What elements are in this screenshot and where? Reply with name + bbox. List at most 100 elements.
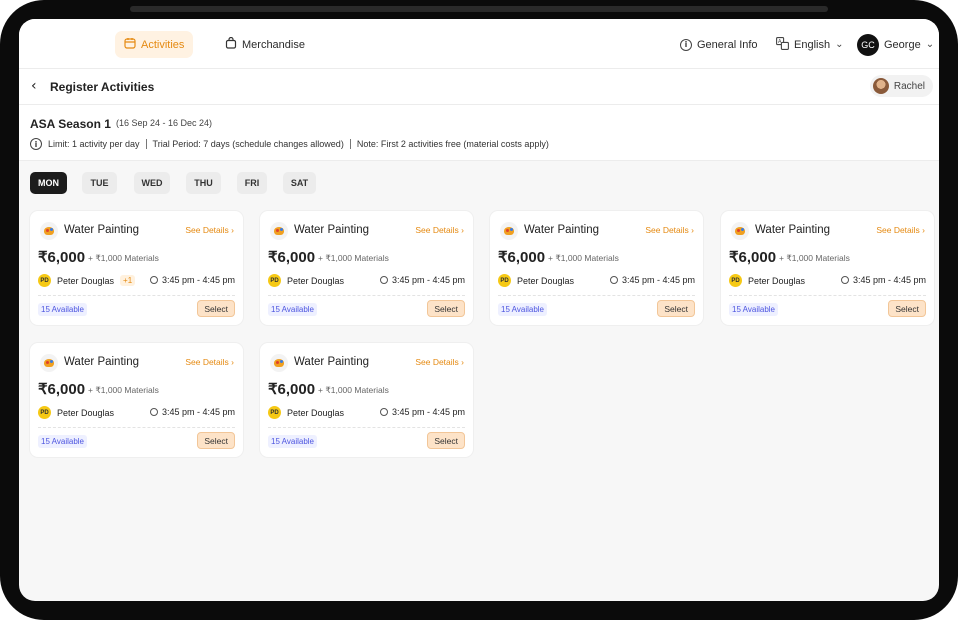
availability-badge: 15 Available <box>498 303 547 316</box>
divider <box>268 427 465 428</box>
activity-time: 3:45 pm - 4:45 pm <box>379 407 465 417</box>
see-details-link[interactable]: See Details › <box>185 357 234 367</box>
teacher-name: Peter Douglas <box>57 407 115 418</box>
teacher-avatar: PD <box>268 274 281 287</box>
see-details-link[interactable]: See Details › <box>415 357 464 367</box>
teacher-avatar: PD <box>38 274 51 287</box>
teacher-info: PD Peter Douglas <box>498 274 574 287</box>
tab-activities-label: Activities <box>141 38 185 51</box>
divider <box>38 427 235 428</box>
day-tab-mon[interactable]: MON <box>30 172 67 194</box>
time-label: 3:45 pm - 4:45 pm <box>391 275 465 285</box>
language-label: English <box>794 38 831 51</box>
teacher-avatar: PD <box>498 274 511 287</box>
availability-badge: 15 Available <box>268 435 317 448</box>
child-selector[interactable]: Rachel <box>869 75 933 97</box>
clock-icon <box>379 408 388 416</box>
calendar-icon <box>124 37 136 52</box>
day-tab-sat[interactable]: SAT <box>283 172 316 194</box>
language-selector[interactable]: A English ⌄ <box>776 31 843 58</box>
activity-title: Water Painting <box>755 224 830 236</box>
materials-cost: + ₹1,000 Materials <box>548 253 619 263</box>
info-icon: i <box>680 38 692 51</box>
divider <box>349 139 351 149</box>
palette-icon <box>270 222 288 240</box>
activity-time: 3:45 pm - 4:45 pm <box>609 275 695 285</box>
svg-text:A: A <box>778 39 782 45</box>
activity-time: 3:45 pm - 4:45 pm <box>149 407 235 417</box>
see-details-link[interactable]: See Details › <box>185 225 234 235</box>
time-label: 3:45 pm - 4:45 pm <box>852 275 926 285</box>
divider <box>145 139 147 149</box>
activity-title: Water Painting <box>294 356 369 368</box>
teacher-name: Peter Douglas <box>287 275 345 286</box>
season-dates: (16 Sep 24 - 16 Dec 24) <box>116 118 213 128</box>
activity-card[interactable]: Water Painting See Details › ₹6,000 + ₹1… <box>490 211 703 325</box>
activity-title: Water Painting <box>294 224 369 236</box>
season-info: ASA Season 1 (16 Sep 24 - 16 Dec 24) i L… <box>19 105 939 161</box>
teacher-name: Peter Douglas <box>287 407 345 418</box>
select-button[interactable]: Select <box>197 300 235 317</box>
select-button[interactable]: Select <box>427 432 465 449</box>
activity-card[interactable]: Water Painting See Details › ₹6,000 + ₹1… <box>260 343 473 457</box>
teacher-name: Peter Douglas <box>57 275 115 286</box>
activity-card[interactable]: Water Painting See Details › ₹6,000 + ₹1… <box>721 211 934 325</box>
clock-icon <box>609 276 618 284</box>
availability-badge: 15 Available <box>38 303 87 316</box>
page-header: ‹ Register Activities Rachel <box>19 69 939 105</box>
activity-price: ₹6,000 <box>498 249 546 266</box>
teacher-avatar: PD <box>729 274 742 287</box>
user-menu[interactable]: GC George ⌄ <box>857 31 934 58</box>
tab-merchandise-label: Merchandise <box>242 38 305 51</box>
materials-cost: + ₹1,000 Materials <box>779 253 850 263</box>
season-rules: i Limit: 1 activity per day Trial Period… <box>30 138 549 150</box>
see-details-link[interactable]: See Details › <box>415 225 464 235</box>
season-title: ASA Season 1 <box>30 117 111 131</box>
select-button[interactable]: Select <box>197 432 235 449</box>
general-info-link[interactable]: i General Info <box>680 31 758 58</box>
activity-card[interactable]: Water Painting See Details › ₹6,000 + ₹1… <box>260 211 473 325</box>
back-arrow-icon[interactable]: ‹ <box>31 78 37 94</box>
day-tab-thu[interactable]: THU <box>186 172 221 194</box>
select-button[interactable]: Select <box>888 300 926 317</box>
select-button[interactable]: Select <box>427 300 465 317</box>
activity-card[interactable]: Water Painting See Details › ₹6,000 + ₹1… <box>30 343 243 457</box>
teacher-info: PD Peter Douglas <box>38 406 114 419</box>
palette-icon <box>40 222 58 240</box>
page-title: Register Activities <box>50 80 155 94</box>
materials-cost: + ₹1,000 Materials <box>318 253 389 263</box>
activity-time: 3:45 pm - 4:45 pm <box>379 275 465 285</box>
availability-badge: 15 Available <box>729 303 778 316</box>
tablet-frame: Activities Merchandise i General Info A … <box>0 0 958 620</box>
rule-limit: Limit: 1 activity per day <box>48 139 140 149</box>
activity-price: ₹6,000 <box>268 249 316 266</box>
tab-merchandise[interactable]: Merchandise <box>216 31 314 58</box>
activity-time: 3:45 pm - 4:45 pm <box>840 275 926 285</box>
day-tab-wed[interactable]: WED <box>134 172 170 194</box>
child-avatar <box>872 78 889 94</box>
time-label: 3:45 pm - 4:45 pm <box>391 407 465 417</box>
divider <box>498 295 695 296</box>
availability-badge: 15 Available <box>38 435 87 448</box>
teacher-avatar: PD <box>38 406 51 419</box>
app-screen: Activities Merchandise i General Info A … <box>19 19 939 601</box>
see-details-link[interactable]: See Details › <box>876 225 925 235</box>
device-top-edge <box>130 6 828 12</box>
tab-activities[interactable]: Activities <box>115 31 194 58</box>
rule-note: Note: First 2 activities free (material … <box>356 139 549 149</box>
teacher-info: PD Peter Douglas <box>268 406 344 419</box>
avatar: GC <box>857 33 879 56</box>
select-button[interactable]: Select <box>657 300 695 317</box>
activity-title: Water Painting <box>524 224 599 236</box>
palette-icon <box>40 354 58 372</box>
see-details-link[interactable]: See Details › <box>645 225 694 235</box>
divider <box>729 295 926 296</box>
day-tab-tue[interactable]: TUE <box>82 172 117 194</box>
availability-badge: 15 Available <box>268 303 317 316</box>
activity-price: ₹6,000 <box>729 249 777 266</box>
activity-title: Water Painting <box>64 224 139 236</box>
clock-icon <box>149 408 158 416</box>
activity-card[interactable]: Water Painting See Details › ₹6,000 + ₹1… <box>30 211 243 325</box>
day-tab-fri[interactable]: FRI <box>237 172 267 194</box>
palette-icon <box>270 354 288 372</box>
